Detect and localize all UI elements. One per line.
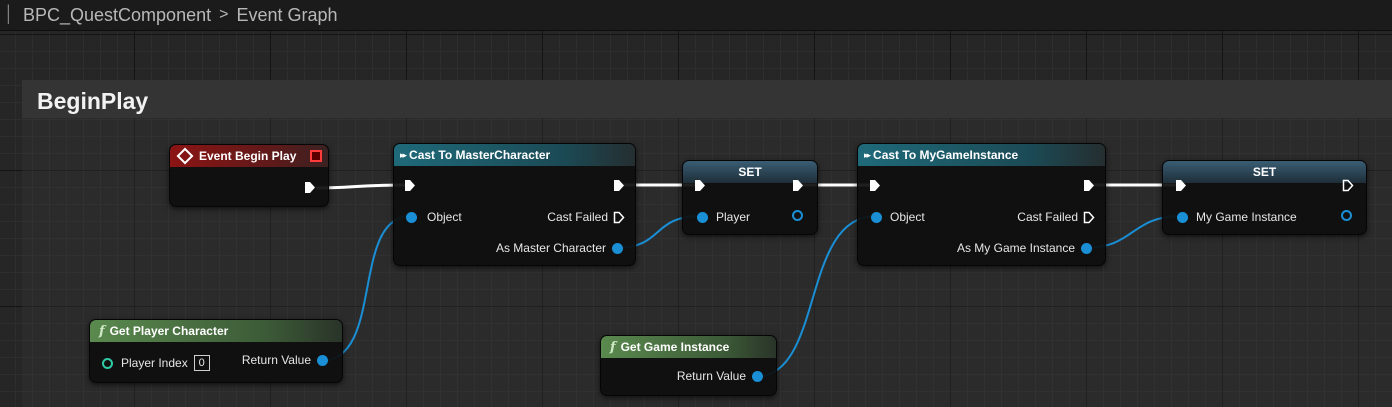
object-pin-icon[interactable] bbox=[612, 242, 623, 254]
player-index-input[interactable]: 0 bbox=[193, 355, 210, 371]
pin-label-object: Object bbox=[890, 210, 925, 224]
node-set-my-game-instance[interactable]: SET My Game Instance bbox=[1162, 160, 1367, 235]
stop-icon bbox=[310, 150, 322, 162]
exec-in-pin-icon[interactable] bbox=[869, 179, 881, 192]
exec-arrows-icon: ▸▸ bbox=[864, 149, 871, 160]
node-title: Event Begin Play bbox=[199, 149, 297, 163]
node-get-game-instance[interactable]: f Get Game Instance Return Value bbox=[600, 335, 777, 396]
node-title: SET bbox=[1252, 165, 1277, 179]
node-get-player-character[interactable]: f Get Player Character Player Index 0 Re… bbox=[89, 319, 343, 383]
node-event-begin-play[interactable]: Event Begin Play bbox=[169, 144, 329, 207]
object-pin-icon[interactable] bbox=[406, 211, 417, 223]
exec-in-pin-icon[interactable] bbox=[1175, 179, 1187, 192]
pin-label-return-value: Return Value bbox=[676, 369, 746, 383]
pin-label-as-my-game-instance: As My Game Instance bbox=[956, 241, 1075, 255]
object-pin-icon[interactable] bbox=[752, 370, 763, 382]
event-diamond-icon bbox=[176, 147, 194, 165]
exec-out-pin-icon[interactable] bbox=[792, 179, 804, 192]
object-pin-icon[interactable] bbox=[1177, 211, 1188, 223]
exec-out-hollow-pin-icon[interactable] bbox=[1342, 179, 1354, 192]
node-title: Get Game Instance bbox=[620, 340, 730, 354]
object-out-hollow-pin-icon[interactable] bbox=[1341, 210, 1352, 221]
node-set-player[interactable]: SET Player bbox=[682, 160, 818, 235]
node-cast-to-my-game-instance[interactable]: ▸▸ Cast To MyGameInstance Object Cast Fa… bbox=[857, 143, 1106, 266]
pin-label-cast-failed: Cast Failed bbox=[547, 210, 608, 224]
node-title: Cast To MasterCharacter bbox=[409, 148, 551, 162]
exec-out-pin-icon[interactable] bbox=[304, 181, 316, 194]
object-pin-icon[interactable] bbox=[317, 354, 328, 366]
node-title: SET bbox=[738, 165, 762, 179]
function-f-icon: f bbox=[610, 339, 616, 355]
exec-out-pin-icon[interactable] bbox=[1083, 179, 1095, 192]
int-pin-icon[interactable] bbox=[102, 357, 113, 369]
exec-in-pin-icon[interactable] bbox=[694, 179, 706, 192]
pin-label-my-game-instance: My Game Instance bbox=[1196, 210, 1297, 224]
pin-label-as-master-character: As Master Character bbox=[495, 241, 606, 255]
exec-out-pin-icon[interactable] bbox=[613, 179, 625, 192]
exec-arrows-icon: ▸▸ bbox=[400, 149, 407, 160]
pin-label-return-value: Return Value bbox=[241, 353, 311, 367]
pin-label-object: Object bbox=[427, 210, 462, 224]
object-pin-icon[interactable] bbox=[697, 211, 708, 223]
object-out-hollow-pin-icon[interactable] bbox=[792, 210, 803, 221]
object-pin-icon[interactable] bbox=[871, 211, 882, 223]
pin-label-cast-failed: Cast Failed bbox=[1017, 210, 1078, 224]
object-pin-icon[interactable] bbox=[1081, 242, 1092, 254]
function-f-icon: f bbox=[99, 323, 105, 339]
exec-in-pin-icon[interactable] bbox=[404, 179, 416, 192]
node-cast-to-master-character[interactable]: ▸▸ Cast To MasterCharacter Object Cast F… bbox=[393, 143, 636, 266]
exec-out-hollow-pin-icon[interactable] bbox=[613, 211, 625, 224]
node-title: Get Player Character bbox=[109, 324, 229, 338]
pin-label-player: Player bbox=[716, 210, 751, 224]
exec-out-hollow-pin-icon[interactable] bbox=[1083, 211, 1095, 224]
pin-label-player-index: Player Index bbox=[121, 356, 188, 370]
node-title: Cast To MyGameInstance bbox=[873, 148, 1019, 162]
